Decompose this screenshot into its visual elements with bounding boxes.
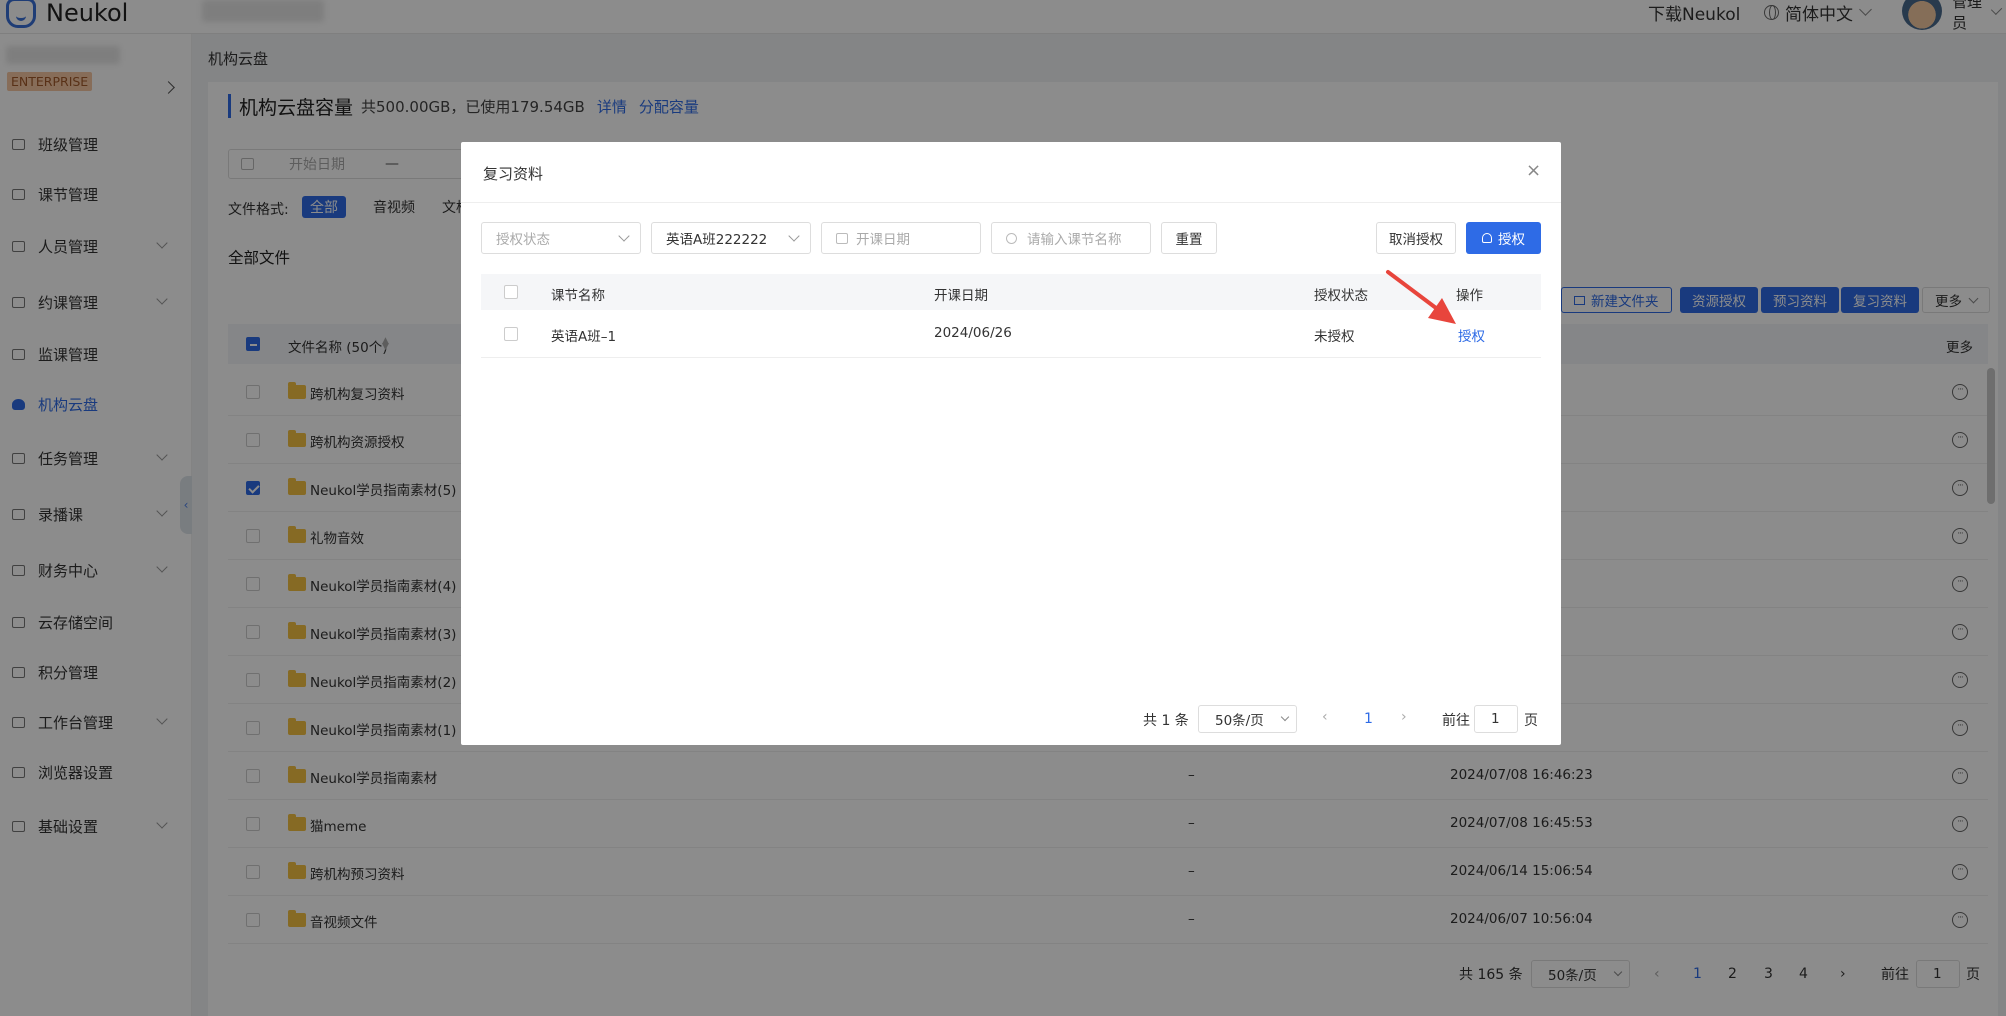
modal-pager-page[interactable]: 1	[1364, 711, 1373, 727]
auth-status: 未授权	[1314, 329, 1355, 345]
row-checkbox[interactable]	[504, 327, 518, 341]
lesson-table-header: 课节名称 开课日期 授权状态 操作	[481, 274, 1541, 310]
class-select[interactable]: 英语A班222222	[651, 222, 811, 254]
modal-pager-goto-label: 前往	[1442, 713, 1470, 729]
close-icon[interactable]: ×	[1526, 160, 1541, 181]
modal-pager-next[interactable]: ›	[1401, 709, 1407, 725]
modal-pager-page-suffix: 页	[1524, 713, 1538, 729]
chevron-down-icon	[788, 230, 800, 242]
auth-status-header: 授权状态	[1314, 288, 1368, 304]
modal-pager-goto-input[interactable]: 1	[1474, 705, 1518, 733]
modal-pager-size-label: 50条/页	[1215, 713, 1264, 729]
modal-title: 复习资料	[483, 165, 544, 183]
search-icon	[1006, 232, 1017, 244]
chevron-down-icon	[618, 230, 630, 242]
calendar-icon	[836, 232, 848, 244]
chevron-down-icon	[1280, 712, 1290, 722]
class-date: 2024/06/26	[934, 325, 1012, 341]
class-select-value: 英语A班222222	[666, 232, 768, 248]
user-icon	[1482, 233, 1492, 243]
class-date-placeholder: 开课日期	[856, 232, 910, 248]
review-material-modal: 复习资料 × 授权状态 英语A班222222 开课日期 请输入课节名称 重置 取…	[461, 142, 1561, 745]
select-all-checkbox[interactable]	[504, 285, 518, 299]
lesson-search-input[interactable]: 请输入课节名称	[991, 222, 1151, 254]
table-row: 英语A班–1 2024/06/26 未授权 授权	[481, 310, 1541, 358]
modal-divider	[461, 202, 1561, 203]
annotation-arrow	[1386, 270, 1456, 324]
lesson-name: 英语A班–1	[551, 329, 617, 345]
auth-status-select[interactable]: 授权状态	[481, 222, 641, 254]
authorize-label: 授权	[1498, 232, 1525, 248]
class-date-header: 开课日期	[934, 288, 988, 304]
auth-status-placeholder: 授权状态	[496, 232, 550, 248]
reset-button[interactable]: 重置	[1161, 222, 1217, 254]
modal-pager-size-select[interactable]: 50条/页	[1198, 705, 1297, 733]
lesson-name-header: 课节名称	[551, 288, 605, 304]
modal-pager-total: 共 1 条	[1143, 713, 1189, 729]
authorize-button[interactable]: 授权	[1466, 222, 1541, 254]
modal-pager-prev[interactable]: ‹	[1322, 709, 1328, 725]
lesson-search-placeholder: 请输入课节名称	[1027, 232, 1122, 248]
cancel-auth-button[interactable]: 取消授权	[1376, 222, 1456, 254]
class-date-picker[interactable]: 开课日期	[821, 222, 981, 254]
